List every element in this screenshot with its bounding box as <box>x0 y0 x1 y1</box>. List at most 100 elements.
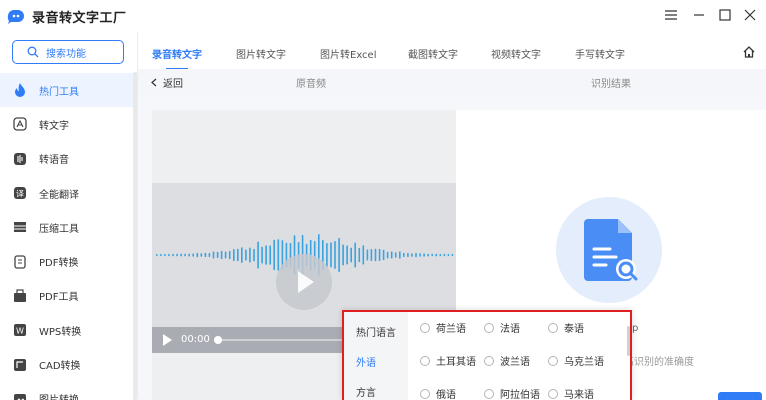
original-audio-heading: 原音频 <box>296 79 326 90</box>
category-dialects[interactable]: 方言 <box>356 384 376 399</box>
accuracy-hint-text: 高识别的准确度 <box>624 357 694 368</box>
tab-video-to-text[interactable]: 视频转文字 <box>491 46 541 61</box>
waveform-bar <box>237 248 239 262</box>
waveform-bar <box>204 252 207 258</box>
radio-button[interactable] <box>420 355 430 366</box>
language-label: 波兰语 <box>500 357 530 368</box>
voice-icon <box>13 152 27 166</box>
waveform-bar <box>435 253 437 257</box>
tab-image-to-text[interactable]: 图片转文字 <box>236 46 286 61</box>
waveform-bar <box>386 251 389 259</box>
language-option[interactable]: 法语 <box>484 320 520 335</box>
maximize-icon[interactable] <box>716 6 734 24</box>
sidebar-item-to-text[interactable]: 转文字 <box>0 107 137 141</box>
svg-text:W: W <box>16 327 24 336</box>
waveform-bar <box>439 253 442 257</box>
language-option[interactable]: 马来语 <box>548 386 594 400</box>
waveform-bar <box>399 251 401 259</box>
sidebar-item-pdf-tools[interactable]: PDF工具 <box>0 279 137 313</box>
sidebar-item-image-convert[interactable]: 图片转换 <box>0 382 137 400</box>
radio-button[interactable] <box>548 355 558 366</box>
waveform-bar <box>358 247 361 263</box>
tab-screenshot-to-text[interactable]: 截图转文字 <box>408 46 458 61</box>
waveform-bar <box>156 254 158 257</box>
language-label: 阿拉伯语 <box>500 390 540 400</box>
tab-image-to-excel[interactable]: 图片转Excel <box>320 46 377 61</box>
waveform-bar <box>366 249 369 261</box>
image-convert-icon <box>13 392 27 400</box>
app-window: 录音转文字工厂 搜索功能 热门工具 转文字 转语音 译 全能翻译 压缩工具 PD… <box>0 0 766 400</box>
tab-handwriting-to-text[interactable]: 手写转文字 <box>575 46 625 61</box>
waveform-bar <box>192 253 194 257</box>
language-label: 俄语 <box>436 390 456 400</box>
waveform-bar <box>382 249 385 261</box>
recognition-result-heading: 识别结果 <box>591 79 631 90</box>
sidebar-item-label: 转文字 <box>39 120 69 132</box>
language-label: 法语 <box>500 324 520 335</box>
radio-button[interactable] <box>484 388 494 399</box>
category-foreign-languages[interactable]: 外语 <box>356 354 376 369</box>
waveform-bar <box>419 253 421 257</box>
search-function-button[interactable]: 搜索功能 <box>12 40 124 64</box>
waveform-bar <box>224 251 227 259</box>
sidebar-item-compress[interactable]: 压缩工具 <box>0 210 137 244</box>
menu-icon[interactable] <box>662 6 680 24</box>
sidebar-item-label: PDF工具 <box>39 292 79 304</box>
home-icon[interactable] <box>742 45 756 59</box>
search-function-label: 搜索功能 <box>46 48 86 60</box>
language-option[interactable]: 阿拉伯语 <box>484 386 540 400</box>
radio-button[interactable] <box>420 388 430 399</box>
sidebar-item-cad-convert[interactable]: CAD转换 <box>0 347 137 381</box>
waveform-bar <box>220 250 223 260</box>
category-hot-languages[interactable]: 热门语言 <box>356 324 396 339</box>
language-option[interactable]: 荷兰语 <box>420 320 466 335</box>
progress-handle[interactable] <box>214 336 222 344</box>
sidebar-item-to-voice[interactable]: 转语音 <box>0 142 137 176</box>
waveform-bar <box>257 241 259 269</box>
waveform-bar <box>168 253 170 257</box>
language-option[interactable]: 波兰语 <box>484 353 530 368</box>
waveform-bar <box>342 244 344 266</box>
waveform-bar <box>423 253 425 257</box>
text-convert-icon <box>13 117 27 132</box>
tab-audio-to-text[interactable]: 录音转文字 <box>152 46 202 61</box>
waveform-bar <box>350 247 352 263</box>
sidebar-scrollbar[interactable] <box>133 72 137 400</box>
start-recognition-button[interactable] <box>718 392 762 400</box>
sidebar-item-label: 转语音 <box>39 155 69 167</box>
back-button[interactable]: 返回 <box>150 75 183 90</box>
radio-button[interactable] <box>548 388 558 399</box>
waveform-bar <box>443 253 446 257</box>
radio-button[interactable] <box>548 322 558 333</box>
waveform-bar <box>370 248 373 262</box>
waveform-bar <box>261 246 263 264</box>
big-play-button[interactable] <box>276 254 332 310</box>
waveform-bar <box>431 253 433 257</box>
radio-button[interactable] <box>484 355 494 366</box>
waveform-bar <box>427 253 429 257</box>
play-icon[interactable] <box>162 334 172 346</box>
sidebar-item-label: CAD转换 <box>39 361 81 373</box>
waveform-bar <box>447 253 450 257</box>
radio-button[interactable] <box>420 322 430 333</box>
sidebar-item-hot-tools[interactable]: 热门工具 <box>0 73 137 108</box>
sidebar-item-translate[interactable]: 译 全能翻译 <box>0 176 137 210</box>
language-option[interactable]: 土耳其语 <box>420 353 476 368</box>
language-option[interactable]: 泰语 <box>548 320 584 335</box>
sidebar-item-pdf-convert[interactable]: PDF转换 <box>0 244 137 278</box>
language-list-scrollbar[interactable] <box>627 326 630 356</box>
minimize-icon[interactable] <box>690 6 708 24</box>
translate-icon: 译 <box>13 186 27 200</box>
language-option[interactable]: 乌克兰语 <box>548 353 604 368</box>
waveform-bar <box>228 250 231 260</box>
sidebar-item-wps-convert[interactable]: W WPS转换 <box>0 313 137 347</box>
language-option[interactable]: 俄语 <box>420 386 456 400</box>
svg-text:译: 译 <box>16 190 24 199</box>
sub-header: 返回 原音频 识别结果 <box>138 69 766 95</box>
sidebar-item-label: WPS转换 <box>39 326 82 338</box>
close-icon[interactable] <box>741 6 759 24</box>
pdf-convert-icon <box>13 254 27 269</box>
radio-button[interactable] <box>484 322 494 333</box>
app-title: 录音转文字工厂 <box>32 11 127 26</box>
waveform-bar <box>184 253 186 257</box>
